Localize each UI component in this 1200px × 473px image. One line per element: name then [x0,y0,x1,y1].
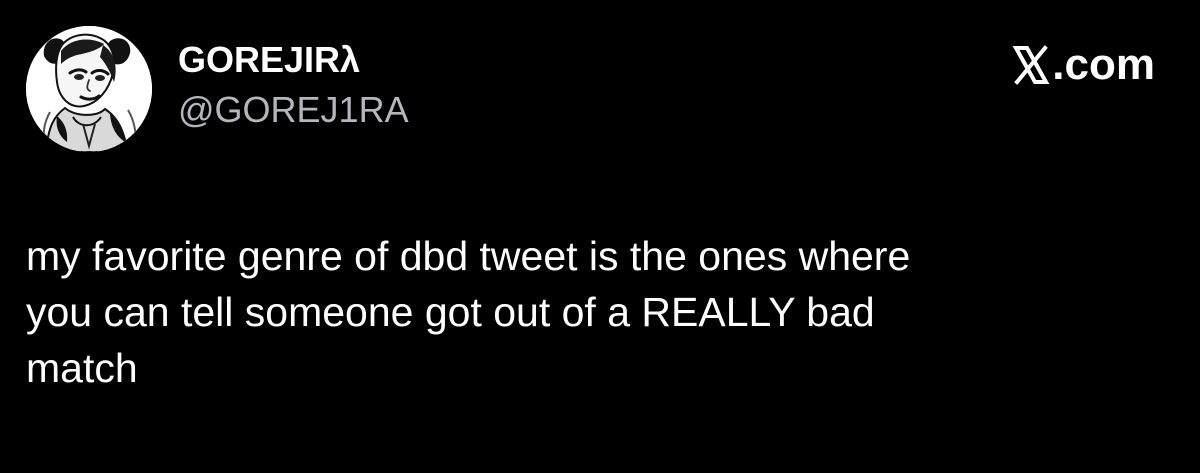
profile-avatar[interactable] [26,26,152,152]
x-domain-suffix: .com [1052,40,1155,89]
x-brand-link[interactable]: .com [1011,40,1155,90]
illustrated-character-avatar-icon [26,26,152,152]
tweet-text-line: you can tell someone got out of a REALLY… [26,289,875,335]
author-handle[interactable]: @GOREJ1RA [178,88,409,132]
tweet-text: my favorite genre of dbd tweet is the on… [26,228,1146,396]
x-logo-icon [1012,45,1050,85]
tweet-card: GOREJIRλ @GOREJ1RA .com my favorite genr… [0,0,1200,473]
tweet-text-line: match [26,345,138,391]
tweet-text-line: my favorite genre of dbd tweet is the on… [26,233,911,279]
author-display-name[interactable]: GOREJIRλ [178,38,360,82]
